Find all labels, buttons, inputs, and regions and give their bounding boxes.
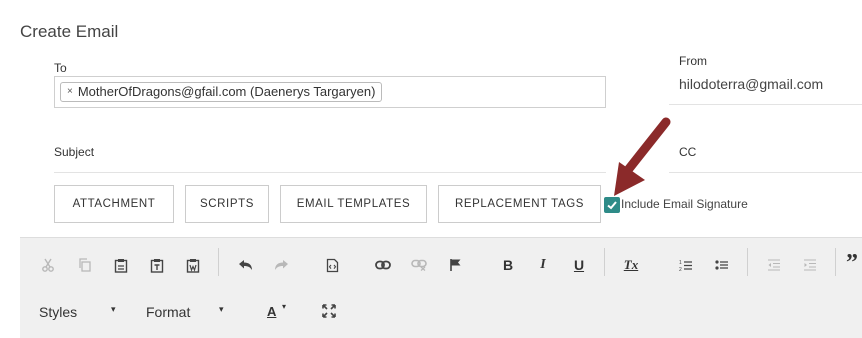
annotation-arrow-icon: [614, 117, 671, 196]
toolbar-separator: [218, 248, 219, 276]
from-divider: [669, 104, 862, 105]
remove-recipient-icon[interactable]: ×: [67, 83, 73, 101]
undo-icon[interactable]: [234, 254, 256, 276]
styles-caret-icon[interactable]: ▾: [111, 304, 116, 315]
link-icon[interactable]: [372, 254, 394, 276]
copy-icon[interactable]: [74, 254, 96, 276]
toolbar-separator: [747, 248, 748, 276]
anchor-flag-icon[interactable]: [444, 254, 466, 276]
subject-input[interactable]: [54, 172, 606, 173]
numbered-list-icon[interactable]: 12: [675, 254, 697, 276]
italic-button[interactable]: I: [532, 254, 554, 276]
replacement-tags-button[interactable]: REPLACEMENT TAGS: [438, 185, 601, 223]
cut-icon[interactable]: [37, 254, 59, 276]
toolbar-separator: [835, 248, 836, 276]
underline-button[interactable]: U: [568, 254, 590, 276]
editor-toolbar: B I U Tx 12 ” Styles ▾ Format ▾ A ▾: [20, 237, 862, 338]
page-title: Create Email: [20, 22, 119, 41]
paste-text-icon[interactable]: [146, 254, 168, 276]
paste-word-icon[interactable]: [182, 254, 204, 276]
from-value: hilodoterra@gmail.com: [679, 76, 824, 92]
increase-indent-icon[interactable]: [799, 254, 821, 276]
bold-button[interactable]: B: [497, 254, 519, 276]
cc-input[interactable]: [669, 172, 862, 173]
format-caret-icon[interactable]: ▾: [219, 304, 224, 315]
remove-format-button[interactable]: Tx: [620, 254, 642, 276]
from-label: From: [679, 54, 707, 68]
cc-label: CC: [679, 145, 697, 159]
source-icon[interactable]: [321, 254, 343, 276]
email-templates-button[interactable]: EMAIL TEMPLATES: [280, 185, 427, 223]
svg-text:1: 1: [679, 260, 682, 266]
unlink-icon[interactable]: [408, 254, 430, 276]
paste-icon[interactable]: [110, 254, 132, 276]
to-field[interactable]: × MotherOfDragons@gfail.com (Daenerys Ta…: [54, 76, 606, 108]
text-color-button[interactable]: A: [267, 304, 276, 319]
text-color-caret-icon[interactable]: ▾: [282, 302, 286, 311]
svg-text:2: 2: [679, 267, 682, 272]
styles-dropdown[interactable]: Styles: [39, 304, 77, 320]
maximize-icon[interactable]: [318, 300, 340, 322]
recipient-text: MotherOfDragons@gfail.com (Daenerys Targ…: [77, 84, 376, 99]
redo-icon[interactable]: [270, 254, 292, 276]
format-dropdown[interactable]: Format: [146, 304, 190, 320]
scripts-button[interactable]: SCRIPTS: [185, 185, 269, 223]
to-label: To: [54, 61, 67, 75]
blockquote-button[interactable]: ”: [843, 250, 861, 276]
attachment-button[interactable]: ATTACHMENT: [54, 185, 174, 223]
bulleted-list-icon[interactable]: [711, 254, 733, 276]
subject-label: Subject: [54, 145, 95, 159]
decrease-indent-icon[interactable]: [763, 254, 785, 276]
toolbar-separator: [604, 248, 605, 276]
recipient-chip: × MotherOfDragons@gfail.com (Daenerys Ta…: [60, 82, 383, 102]
